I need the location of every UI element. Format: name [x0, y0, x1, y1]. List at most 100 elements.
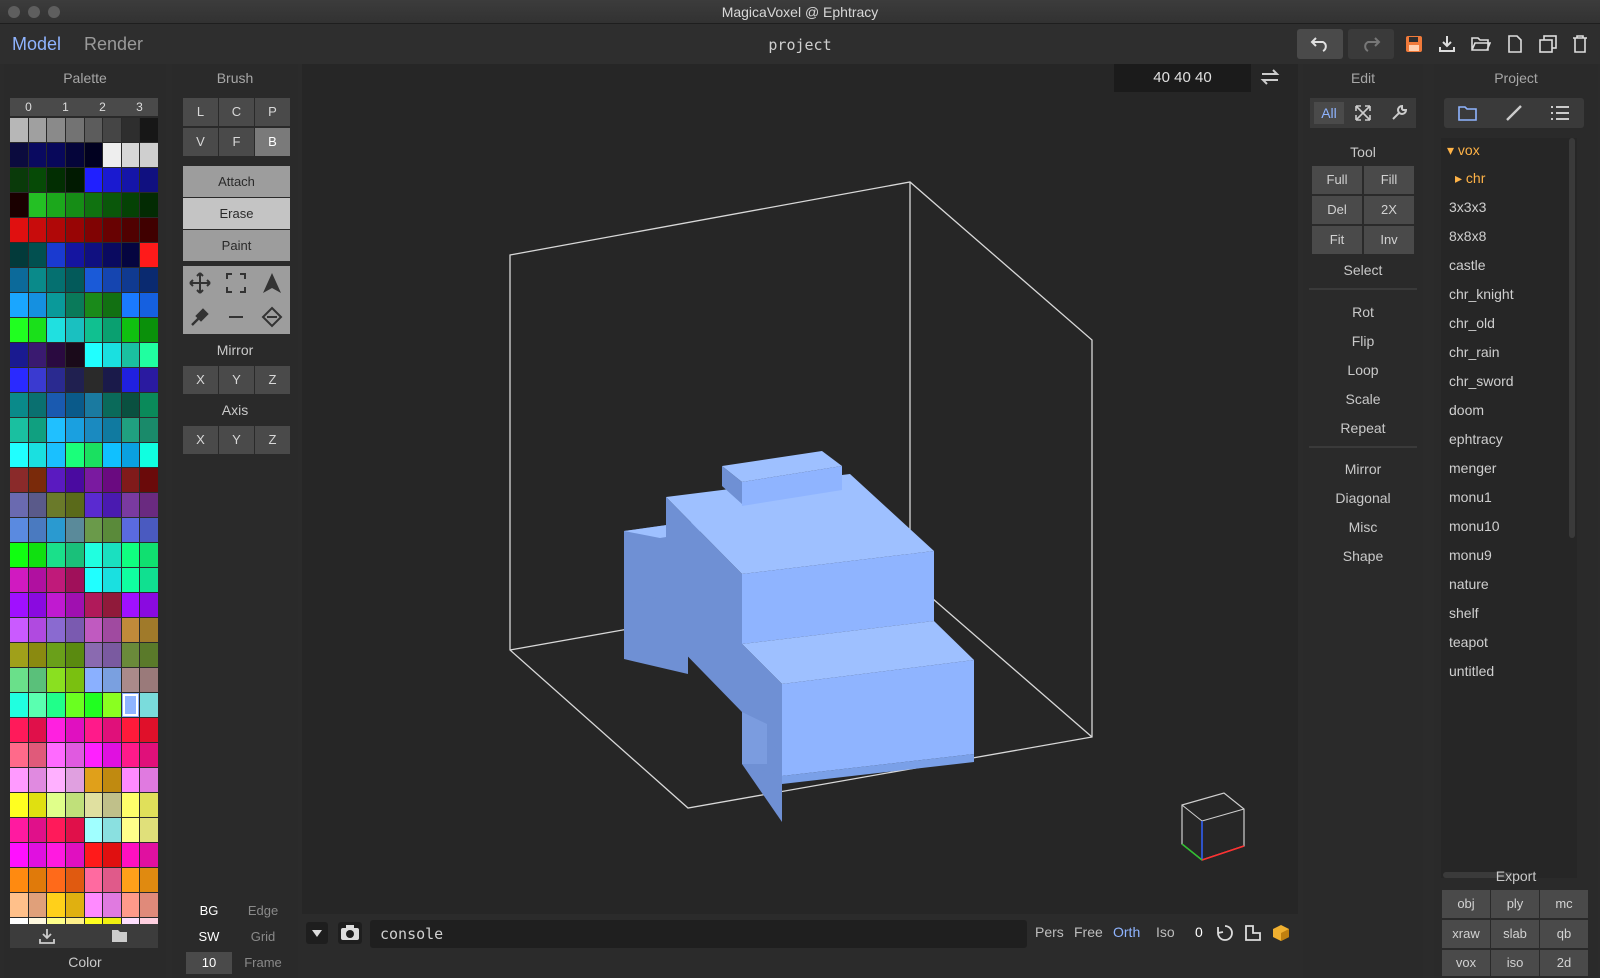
palette-swatch[interactable] [65, 368, 84, 392]
palette-swatch[interactable] [65, 243, 84, 267]
palette-swatch[interactable] [10, 593, 28, 617]
palette-swatch[interactable] [84, 743, 103, 767]
duplicate-button[interactable] [1533, 29, 1563, 59]
export-ply-button[interactable]: ply [1491, 890, 1539, 918]
fit-button[interactable]: Fit [1312, 226, 1362, 254]
palette-tab-0[interactable]: 0 [10, 98, 47, 116]
palette-swatch[interactable] [28, 193, 47, 217]
palette-swatch[interactable] [121, 818, 140, 842]
palette-swatch[interactable] [65, 268, 84, 292]
select-label[interactable]: Select [1309, 262, 1417, 278]
palette-swatch[interactable] [103, 143, 121, 167]
palette-swatch[interactable] [47, 568, 65, 592]
palette-swatch[interactable] [47, 493, 65, 517]
palette-swatch[interactable] [103, 118, 121, 142]
palette-swatch[interactable] [47, 293, 65, 317]
picker-tool[interactable] [189, 306, 211, 331]
file-item[interactable]: monu10 [1449, 518, 1500, 534]
palette-swatch[interactable] [28, 618, 47, 642]
palette-swatch[interactable] [65, 393, 84, 417]
palette-swatch[interactable] [47, 868, 65, 892]
scale-button[interactable]: Scale [1309, 391, 1417, 407]
undo-button[interactable] [1297, 29, 1343, 59]
file-item[interactable]: chr_old [1449, 315, 1495, 331]
palette-swatch[interactable] [140, 318, 158, 342]
palette-swatch[interactable] [47, 843, 65, 867]
palette-swatch[interactable] [84, 143, 103, 167]
palette-swatch[interactable] [103, 518, 121, 542]
palette-swatch[interactable] [10, 743, 28, 767]
del-button[interactable]: Del [1312, 196, 1362, 224]
palette-swatch[interactable] [10, 843, 28, 867]
brush-mode-c[interactable]: C [219, 98, 254, 126]
palette-open-button[interactable] [84, 924, 158, 948]
open-button[interactable] [1466, 29, 1496, 59]
screenshot-button[interactable] [338, 922, 362, 947]
palette-swatch[interactable] [140, 743, 158, 767]
palette-swatch[interactable] [47, 193, 65, 217]
palette-tab-2[interactable]: 2 [84, 98, 121, 116]
palette-swatch[interactable] [28, 868, 47, 892]
palette-swatch[interactable] [47, 243, 65, 267]
palette-swatch[interactable] [47, 418, 65, 442]
project-tab-list[interactable] [1550, 104, 1570, 125]
bg-toggle[interactable]: BG [186, 900, 232, 922]
palette-swatch[interactable] [10, 368, 28, 392]
model-mode-tab[interactable]: Model [12, 34, 61, 55]
palette-swatch[interactable] [10, 568, 28, 592]
palette-tab-1[interactable]: 1 [47, 98, 84, 116]
shape-button[interactable]: Shape [1309, 548, 1417, 564]
palette-swatch[interactable] [65, 693, 84, 717]
palette-swatch[interactable] [103, 168, 121, 192]
palette-swatch[interactable] [10, 193, 28, 217]
export-slab-button[interactable]: slab [1491, 920, 1539, 948]
palette-swatch[interactable] [140, 618, 158, 642]
save-button[interactable] [1399, 29, 1429, 59]
export-obj-button[interactable]: obj [1442, 890, 1490, 918]
palette-swatch[interactable] [84, 518, 103, 542]
palette-swatch[interactable] [140, 368, 158, 392]
palette-swatch[interactable] [65, 718, 84, 742]
palette-swatch[interactable] [65, 218, 84, 242]
palette-swatch[interactable] [28, 318, 47, 342]
rot-button[interactable]: Rot [1309, 304, 1417, 320]
palette-swatch[interactable] [140, 818, 158, 842]
palette-swatch[interactable] [65, 343, 84, 367]
palette-swatch[interactable] [47, 443, 65, 467]
flip-button[interactable]: Flip [1309, 333, 1417, 349]
render-mode-tab[interactable]: Render [84, 34, 143, 55]
palette-swatch[interactable] [140, 893, 158, 917]
reset-view-button[interactable] [1216, 924, 1234, 945]
palette-swatch[interactable] [10, 443, 28, 467]
palette-swatch[interactable] [28, 843, 47, 867]
palette-swatch[interactable] [121, 168, 140, 192]
brush-mode-f[interactable]: F [219, 128, 254, 156]
palette-swatch[interactable] [121, 868, 140, 892]
palette-swatch[interactable] [28, 218, 47, 242]
palette-swatch[interactable] [28, 593, 47, 617]
palette-swatch[interactable] [28, 768, 47, 792]
palette-swatch[interactable] [65, 618, 84, 642]
palette-swatch[interactable] [103, 818, 121, 842]
project-scrollbar[interactable] [1569, 138, 1575, 538]
mirror-edit-button[interactable]: Mirror [1309, 461, 1417, 477]
palette-swatch[interactable] [121, 693, 140, 717]
palette-swatch[interactable] [10, 818, 28, 842]
edit-tab-expand[interactable] [1354, 104, 1372, 125]
brush-mode-v[interactable]: V [183, 128, 218, 156]
palette-swatch[interactable] [121, 468, 140, 492]
palette-swatch[interactable] [84, 568, 103, 592]
sw-toggle[interactable]: SW [186, 926, 232, 948]
edit-tab-all[interactable]: All [1314, 102, 1344, 124]
select-box-tool[interactable] [225, 272, 247, 297]
palette-swatch[interactable] [121, 643, 140, 667]
palette-swatch[interactable] [140, 593, 158, 617]
palette-swatch[interactable] [103, 868, 121, 892]
palette-swatch[interactable] [84, 793, 103, 817]
palette-swatch[interactable] [10, 293, 28, 317]
palette-swatch[interactable] [103, 768, 121, 792]
loop-button[interactable]: Loop [1309, 362, 1417, 378]
palette-swatch[interactable] [47, 268, 65, 292]
palette-swatch[interactable] [65, 168, 84, 192]
file-item[interactable]: shelf [1449, 605, 1479, 621]
